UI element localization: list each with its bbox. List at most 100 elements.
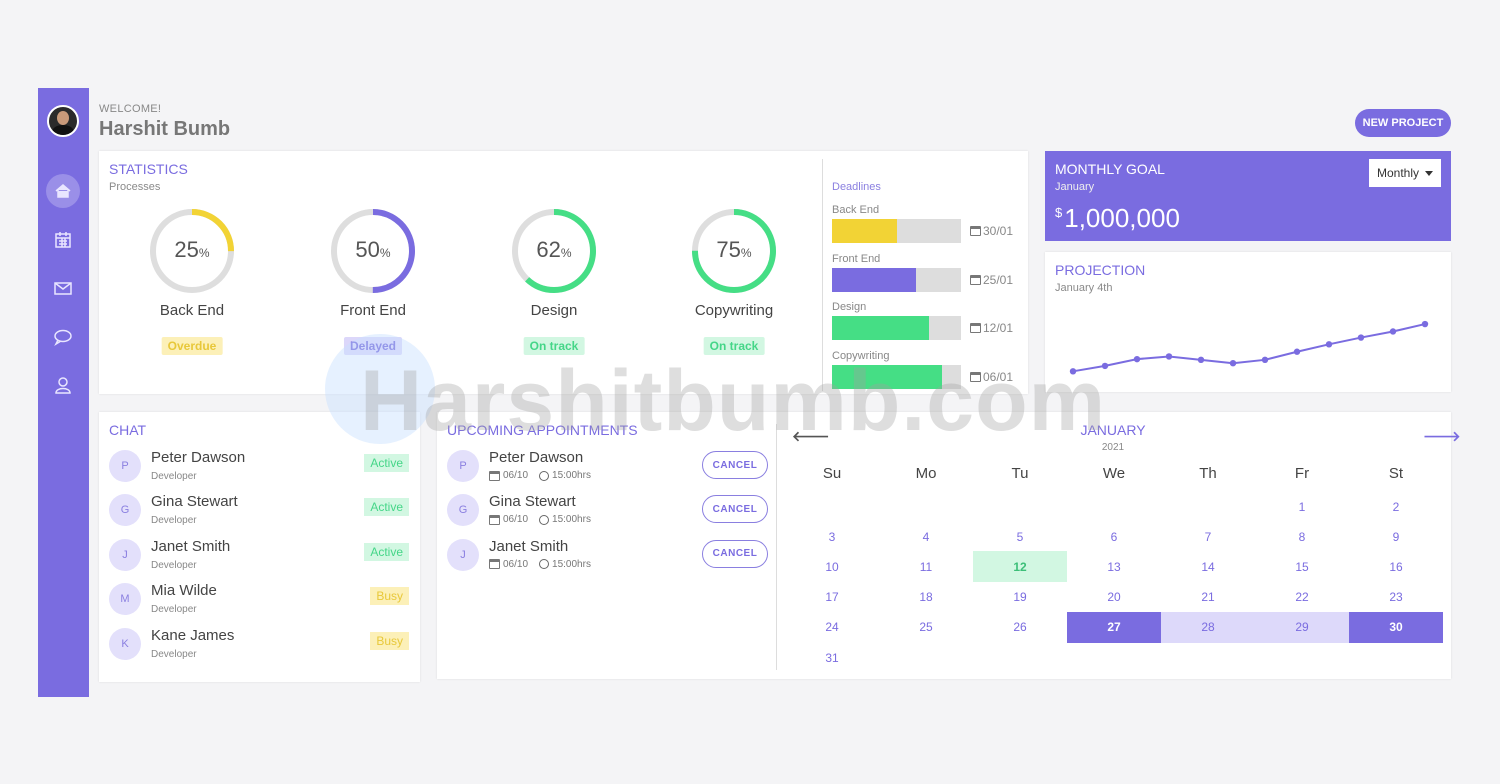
percent-value: 25 (174, 237, 199, 262)
weekday-label: Th (1199, 465, 1217, 482)
nav-calendar[interactable] (46, 223, 80, 257)
appointment-meta: 06/10 15:00hrs (489, 514, 591, 525)
chat-person-role: Developer (151, 515, 197, 527)
deadline-bar (832, 219, 961, 243)
monthly-goal-subtitle: January (1055, 181, 1095, 193)
appointment-name: Peter Dawson (489, 449, 584, 466)
calendar-day[interactable]: 17 (785, 582, 879, 613)
avatar[interactable] (47, 105, 79, 137)
process-name: Design (530, 302, 578, 319)
calendar-day[interactable]: 31 (785, 642, 879, 673)
calendar-day[interactable]: 20 (1067, 582, 1161, 613)
projection-point (1133, 355, 1141, 363)
cancel-button[interactable]: CANCEL (702, 451, 768, 479)
monthly-goal-card: MONTHLY GOAL January $1,000,000 Monthly (1045, 151, 1451, 241)
deadline-bar-fill (832, 219, 897, 243)
calendar-day[interactable]: 4 (879, 521, 973, 552)
calendar-day[interactable]: 24 (785, 612, 879, 643)
calendar-day[interactable]: 19 (973, 582, 1067, 613)
calendar-day[interactable]: 7 (1161, 521, 1255, 552)
calendar-day[interactable]: 3 (785, 521, 879, 552)
chat-person-name[interactable]: Gina Stewart (151, 493, 238, 510)
avatar[interactable]: M (109, 583, 141, 616)
nav-user[interactable] (46, 368, 80, 402)
status-badge: Active (364, 542, 409, 561)
avatar[interactable]: K (109, 627, 141, 660)
calendar-day[interactable]: 1 (1255, 491, 1349, 522)
calendar-icon (489, 559, 500, 570)
calendar-day[interactable]: 11 (879, 551, 973, 582)
projection-point (1389, 328, 1397, 335)
appointment-name: Gina Stewart (489, 493, 576, 511)
chat-person-name[interactable]: Mia Wilde (151, 582, 217, 599)
projection-point (1357, 334, 1365, 341)
home-icon (55, 184, 71, 198)
deadline-date-text: 30/01 (983, 224, 1014, 238)
appointment-date: 06/10 (503, 470, 529, 481)
calendar-day[interactable]: 5 (973, 521, 1067, 552)
calendar-day[interactable]: 12 (973, 551, 1067, 583)
chat-person-name[interactable]: Janet Smith (151, 538, 230, 555)
weekday-label: Tu (1011, 465, 1029, 482)
divider (776, 424, 777, 670)
deadline-name: Design (832, 301, 867, 313)
appointment-date: 06/10 (503, 514, 529, 526)
chat-person-name[interactable]: Peter Dawson (151, 449, 245, 466)
status-badge: Active (364, 454, 409, 472)
calendar-day[interactable]: 8 (1255, 521, 1349, 552)
chat-person-name[interactable]: Kane James (151, 627, 234, 644)
projection-point (1293, 348, 1301, 355)
calendar-day[interactable]: 29 (1255, 611, 1349, 643)
calendar-icon (970, 226, 981, 236)
cancel-button[interactable]: CANCEL (702, 495, 768, 524)
avatar[interactable]: G (109, 494, 141, 527)
calendar-day[interactable]: 14 (1161, 551, 1255, 582)
calendar-day[interactable]: 23 (1349, 582, 1443, 613)
calendar-day[interactable]: 15 (1255, 551, 1349, 582)
nav-home[interactable] (46, 174, 80, 208)
nav-mail[interactable] (46, 271, 80, 305)
projection-point (1261, 356, 1269, 364)
chat-person-role: Developer (151, 559, 197, 571)
calendar-day[interactable]: 21 (1161, 582, 1255, 613)
percent-sign: % (198, 246, 210, 260)
calendar-day[interactable]: 28 (1161, 611, 1255, 643)
projection-point (1197, 356, 1205, 364)
status-badge: Overdue (161, 337, 223, 355)
calendar-day[interactable]: 6 (1067, 521, 1161, 552)
mail-icon (54, 282, 72, 295)
appointment-name: Janet Smith (489, 537, 569, 555)
statistics-subtitle: Processes (109, 181, 161, 193)
avatar[interactable]: J (447, 538, 479, 571)
deadline-date-text: 12/01 (983, 321, 1014, 335)
percent-sign: % (560, 246, 572, 260)
period-select[interactable]: Monthly (1369, 159, 1441, 187)
calendar-day[interactable]: 30 (1349, 611, 1443, 643)
calendar-day[interactable]: 27 (1067, 611, 1161, 643)
percent-value: 75 (716, 237, 741, 262)
appointment-meta: 06/10 15:00hrs (489, 470, 591, 481)
avatar[interactable]: P (109, 450, 141, 482)
chat-person-role: Developer (151, 648, 197, 660)
user-name: Harshit Bumb (99, 118, 231, 140)
calendar-day[interactable]: 10 (785, 551, 879, 582)
new-project-button[interactable]: NEW PROJECT (1355, 109, 1451, 137)
currency-symbol: $ (1055, 205, 1063, 220)
chat-title: CHAT (109, 422, 147, 438)
calendar-day[interactable]: 13 (1067, 551, 1161, 582)
deadline-bar-fill (832, 316, 929, 340)
avatar[interactable]: J (109, 538, 141, 571)
calendar-day[interactable]: 22 (1255, 582, 1349, 613)
nav-chat[interactable] (46, 320, 80, 354)
calendar-day[interactable]: 2 (1349, 491, 1443, 522)
calendar-day[interactable]: 18 (879, 582, 973, 613)
deadline-date: 12/01 (970, 321, 1013, 335)
avatar[interactable]: G (447, 494, 479, 527)
avatar[interactable]: P (447, 450, 479, 482)
calendar-day[interactable]: 25 (879, 612, 973, 643)
cancel-button[interactable]: CANCEL (702, 539, 768, 568)
calendar-day[interactable]: 26 (973, 612, 1067, 643)
next-month-arrow-icon[interactable]: 🡒 (1423, 428, 1461, 445)
calendar-day[interactable]: 9 (1349, 521, 1443, 552)
calendar-day[interactable]: 16 (1349, 551, 1443, 582)
